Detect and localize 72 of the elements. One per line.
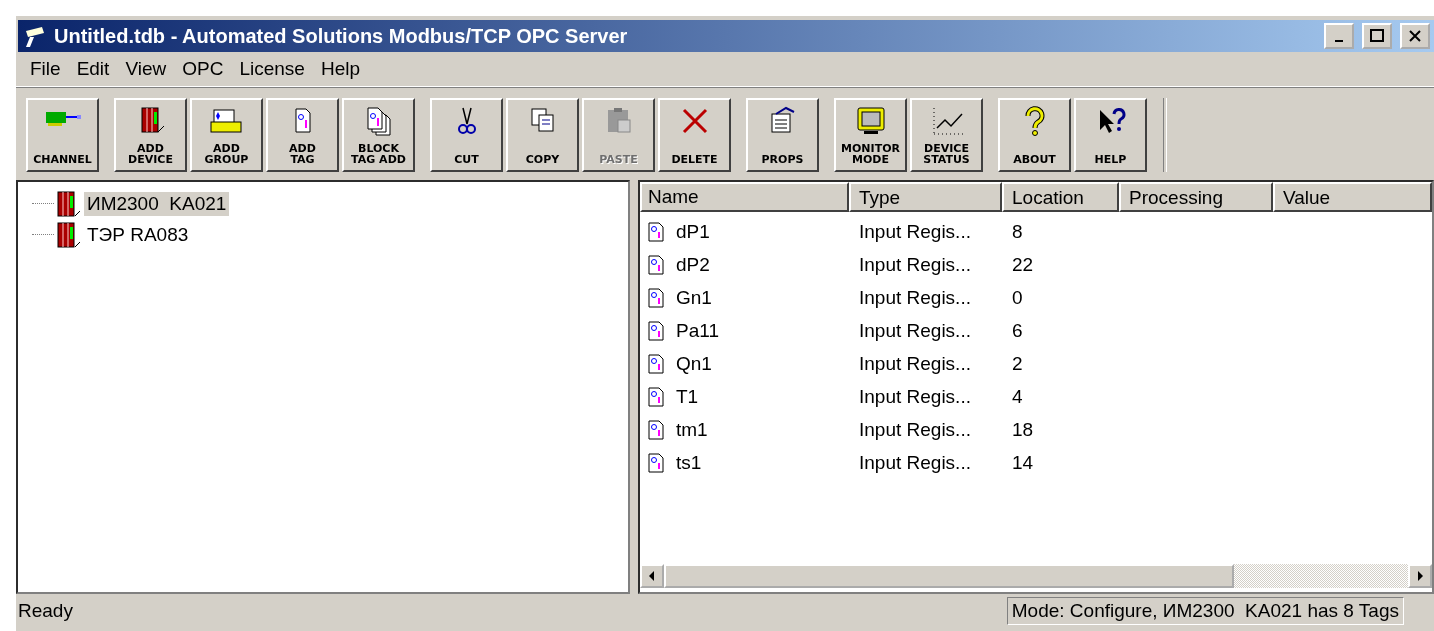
document-icon [646, 286, 666, 309]
table-cell-text: Input Regis... [858, 451, 972, 474]
table-cell-text: Input Regis... [858, 418, 972, 441]
toolbar-button[interactable]: BLOCK TAG ADD [342, 98, 415, 172]
tag-name[interactable]: ts1 [676, 451, 702, 474]
table-cell-text: 2 [1011, 352, 1024, 375]
column-header[interactable]: Type [849, 182, 1002, 212]
maximize-button[interactable] [1362, 23, 1392, 49]
tag-name[interactable]: dP2 [676, 253, 710, 276]
table-cell-text: 0 [1011, 286, 1024, 309]
menu-item[interactable]: Edit [70, 56, 116, 82]
menu-item[interactable]: File [24, 56, 67, 82]
toolbar-button[interactable]: ADD GROUP [190, 98, 263, 172]
document-icon [646, 220, 666, 243]
right-arrow-icon [1416, 571, 1424, 581]
table-cell-text: Input Regis... [858, 220, 972, 243]
document-icon [646, 319, 666, 342]
toolbar-button[interactable]: CUT [430, 98, 503, 172]
table-cell-text: 14 [1011, 451, 1035, 474]
table-cell-text: Input Regis... [858, 319, 972, 342]
document-icon [646, 418, 666, 441]
table-cell-text: Input Regis... [858, 253, 972, 276]
tag-name[interactable]: Qn1 [676, 352, 712, 375]
tag-name[interactable]: Gn1 [676, 286, 712, 309]
left-arrow-icon [648, 571, 656, 581]
toolbar-button[interactable]: HELP [1074, 98, 1147, 172]
menu-item[interactable]: View [119, 56, 173, 82]
tag-name[interactable]: T1 [676, 385, 699, 408]
document-icon [646, 451, 666, 474]
tag-name[interactable]: dP1 [676, 220, 710, 243]
maximize-icon [1370, 29, 1384, 43]
table-cell-text: 18 [1011, 418, 1035, 441]
toolbar-button[interactable]: ABOUT [998, 98, 1071, 172]
toolbar-button[interactable]: COPY [506, 98, 579, 172]
close-button[interactable] [1400, 23, 1430, 49]
minimize-button[interactable] [1324, 23, 1354, 49]
table-cell-text: 6 [1011, 319, 1024, 342]
scroll-left-button[interactable] [640, 564, 664, 588]
toolbar-button[interactable]: MONITOR MODE [834, 98, 907, 172]
scrollbar-thumb[interactable] [664, 564, 1234, 588]
menu-item[interactable]: Help [314, 56, 366, 82]
column-header[interactable]: Processing [1119, 182, 1273, 212]
toolbar-button[interactable]: DEVICE STATUS [910, 98, 983, 172]
table-cell-text: Input Regis... [858, 352, 972, 375]
column-header[interactable]: Value [1273, 182, 1432, 212]
document-icon [646, 253, 666, 276]
column-header[interactable]: Location [1002, 182, 1119, 212]
window-title: Untitled.tdb - Automated Solutions Modbus/TCP OPC Server [54, 24, 629, 48]
tag-name[interactable]: Pa11 [676, 319, 719, 342]
document-icon [646, 385, 666, 408]
toolbar-button[interactable]: ADD TAG [266, 98, 339, 172]
toolbar-button[interactable]: DELETE [658, 98, 731, 172]
table-cell-text: 4 [1011, 385, 1024, 408]
table-cell-text: Input Regis... [858, 286, 972, 309]
scroll-right-button[interactable] [1408, 564, 1432, 588]
tree-item[interactable]: ИМ2300 KA021 [84, 191, 230, 216]
tag-name[interactable]: tm1 [676, 418, 708, 441]
table-cell-text: Input Regis... [858, 385, 972, 408]
menu-item[interactable]: OPC [176, 56, 230, 82]
toolbar-button[interactable]: ADD DEVICE [114, 98, 187, 172]
toolbar-button[interactable]: PROPS [746, 98, 819, 172]
close-icon [1408, 29, 1422, 43]
menu-item[interactable]: License [233, 56, 311, 82]
status-text: Ready [17, 600, 74, 622]
table-cell-text: 8 [1011, 220, 1024, 243]
tree-item[interactable]: ТЭР RA083 [84, 222, 192, 247]
minimize-icon [1335, 40, 1343, 42]
column-header[interactable]: Name [640, 182, 849, 212]
document-icon [646, 352, 666, 375]
table-cell-text: 22 [1011, 253, 1035, 276]
status-mode: Mode: Configure, ИМ2300 KA021 has 8 Tags [1006, 597, 1404, 625]
toolbar-button[interactable]: CHANNEL [26, 98, 99, 172]
